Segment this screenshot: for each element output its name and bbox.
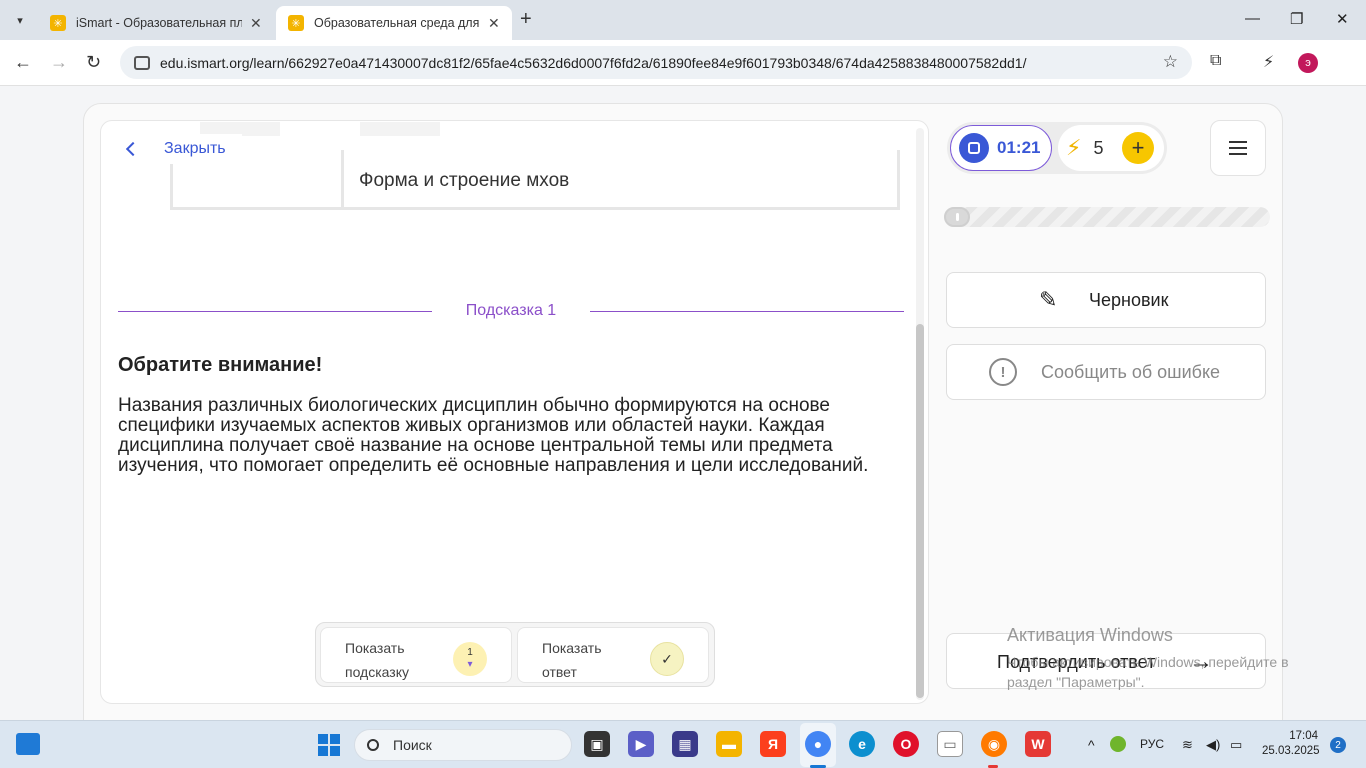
show-answer-button[interactable]: Показать ответ ✓: [517, 627, 709, 683]
chevron-left-icon: [125, 141, 141, 157]
maximize-icon[interactable]: ❐: [1290, 10, 1303, 28]
opera-icon[interactable]: O: [893, 731, 919, 757]
scrollbar-thumb[interactable]: [916, 324, 924, 698]
draft-label: Черновик: [1089, 289, 1169, 310]
notepad-icon[interactable]: ▭: [937, 731, 963, 757]
wps-office-icon[interactable]: W: [1025, 731, 1051, 757]
system-clock[interactable]: 17:04 25.03.2025: [1262, 729, 1320, 759]
browser-tab-active[interactable]: ✳ Образовательная среда для са ✕: [276, 6, 512, 40]
add-energy-button[interactable]: +: [1122, 132, 1154, 164]
lesson-progress-bar: [944, 207, 1270, 227]
tray-app-icon[interactable]: [1110, 736, 1126, 752]
site-info-icon[interactable]: [134, 55, 150, 70]
report-error-label: Сообщить об ошибке: [1041, 361, 1221, 382]
windows-activation-watermark: Активация Windows Чтобы активировать Win…: [1007, 625, 1327, 692]
close-tab-icon[interactable]: ✕: [488, 15, 500, 32]
colorful-app-icon[interactable]: ◉: [981, 731, 1007, 757]
close-lesson-button[interactable]: Закрыть: [122, 134, 242, 164]
bookmark-star-icon[interactable]: ☆: [1163, 52, 1178, 72]
start-icon[interactable]: [318, 734, 340, 756]
minimize-icon[interactable]: —: [1245, 10, 1260, 27]
watermark-subtitle: Чтобы активировать Windows, перейдите в …: [1007, 654, 1289, 690]
profile-avatar[interactable]: э: [1298, 53, 1318, 73]
menu-icon-line: [1229, 153, 1247, 155]
new-tab-button[interactable]: +: [520, 8, 532, 31]
energy-counter: ⚡ 5 +: [1058, 125, 1164, 171]
timer-button[interactable]: 01:21: [950, 125, 1052, 171]
attention-heading: Обратите внимание!: [118, 354, 323, 376]
widgets-icon[interactable]: [16, 733, 40, 755]
reload-icon[interactable]: ↻: [86, 52, 101, 73]
stop-icon: [959, 133, 989, 163]
ismart-favicon-icon: ✳: [50, 15, 66, 31]
url-field[interactable]: edu.ismart.org/learn/662927e0a471430007d…: [120, 46, 1192, 79]
alert-icon: !: [989, 358, 1017, 386]
browser-tab-bar: ▾ ✳ iSmart - Образовательная пла ✕ ✳ Обр…: [0, 0, 1366, 40]
show-hint-button[interactable]: Показать подсказку 1 ▾: [320, 627, 512, 683]
wifi-icon[interactable]: ≋: [1182, 737, 1193, 753]
extensions-icon[interactable]: ⧉: [1210, 52, 1221, 70]
hint-heading: Подсказка 1: [465, 302, 557, 319]
hint-text: Названия различных биологических дисципл…: [118, 395, 869, 476]
energy-count: 5: [1093, 137, 1104, 158]
performance-icon[interactable]: ⚡: [1263, 52, 1274, 72]
yandex-browser-icon[interactable]: Я: [760, 731, 786, 757]
clock-date: 25.03.2025: [1262, 745, 1320, 757]
search-placeholder: Поиск: [393, 737, 432, 753]
report-error-button[interactable]: ! Сообщить об ошибке: [946, 344, 1266, 400]
hint-count-badge: 1: [467, 647, 473, 658]
tab-title: Образовательная среда для са: [314, 16, 480, 30]
lightbulb-icon: 1 ▾: [453, 642, 487, 676]
show-hint-label: Показать подсказку: [345, 640, 409, 680]
meet-icon[interactable]: ▶: [628, 731, 654, 757]
file-explorer-icon[interactable]: ▬: [716, 731, 742, 757]
show-answer-label: Показать ответ: [542, 640, 602, 680]
table-cell: Форма и строение мхов: [359, 170, 570, 191]
hint-divider-right: [590, 311, 904, 312]
timer-value: 01:21: [997, 138, 1041, 157]
address-bar-row: ← → ↻ edu.ismart.org/learn/662927e0a4714…: [0, 40, 1366, 86]
calculator-icon[interactable]: ▦: [672, 731, 698, 757]
lesson-menu-button[interactable]: [1210, 120, 1266, 176]
hint-answer-group: Показать подсказку 1 ▾ Показать ответ ✓: [315, 622, 715, 687]
tab-title: iSmart - Образовательная пла: [76, 16, 242, 30]
topic-table: Форма и строение мхов: [170, 150, 900, 210]
language-indicator[interactable]: РУС: [1140, 737, 1164, 751]
close-tab-icon[interactable]: ✕: [250, 15, 262, 32]
task-view-icon[interactable]: ▣: [584, 731, 610, 757]
close-window-icon[interactable]: ✕: [1336, 10, 1349, 28]
back-arrow-icon[interactable]: ←: [14, 52, 32, 73]
watermark-title: Активация Windows: [1007, 625, 1173, 645]
taskbar-search[interactable]: Поиск: [354, 729, 572, 761]
draft-button[interactable]: ✎ Черновик: [946, 272, 1266, 328]
ismart-favicon-icon: ✳: [288, 15, 304, 31]
close-label: Закрыть: [164, 140, 226, 157]
notification-badge[interactable]: 2: [1330, 737, 1346, 753]
pencil-icon: ✎: [1039, 287, 1058, 312]
menu-icon-line: [1229, 147, 1247, 149]
url-text: edu.ismart.org/learn/662927e0a471430007d…: [160, 54, 1027, 71]
progress-knob: [944, 207, 970, 227]
clock-time: 17:04: [1289, 730, 1318, 742]
tab-search-button[interactable]: ▾: [6, 8, 34, 32]
volume-icon[interactable]: ◀): [1206, 737, 1220, 753]
chevron-up-icon[interactable]: ^: [1088, 737, 1095, 753]
battery-icon[interactable]: ▭: [1230, 737, 1242, 753]
chrome-icon[interactable]: ●: [805, 731, 831, 757]
edge-icon[interactable]: e: [849, 731, 875, 757]
lightning-icon: ⚡: [1066, 135, 1082, 160]
faded-table-row: [360, 122, 440, 136]
browser-tab-ismart[interactable]: ✳ iSmart - Образовательная пла ✕: [38, 6, 274, 40]
windows-taskbar: Поиск ▣ ▶ ▦ ▬ Я ● e O ▭ ◉ W ^ РУС ≋ ◀) ▭…: [0, 720, 1366, 768]
hint-divider-left: [118, 311, 432, 312]
menu-icon: [1229, 141, 1247, 143]
forward-arrow-icon[interactable]: →: [50, 52, 68, 73]
check-circle-icon: ✓: [650, 642, 684, 676]
table-divider: [341, 150, 344, 207]
search-icon: [367, 739, 379, 751]
